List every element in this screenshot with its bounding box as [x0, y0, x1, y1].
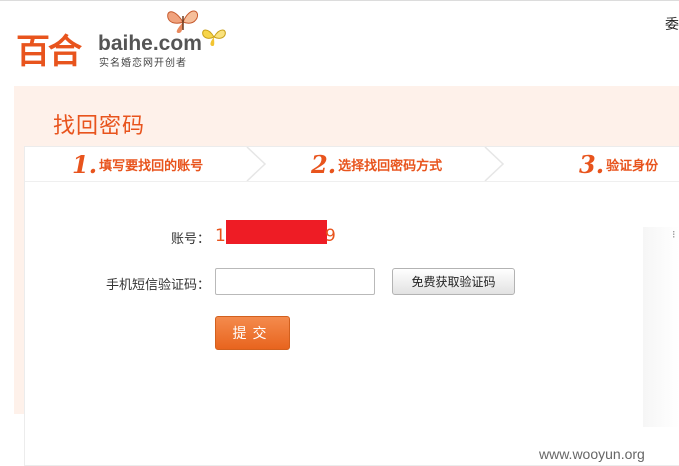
- submit-button[interactable]: 提交: [215, 316, 290, 350]
- step-separator-icon: [246, 147, 267, 181]
- right-side-shadow: [643, 227, 679, 427]
- step-3-number: 3.: [579, 149, 605, 179]
- account-redaction: [226, 220, 327, 244]
- header-right-link[interactable]: 委: [665, 14, 679, 34]
- step-2-label: 选择找回密码方式: [338, 158, 443, 174]
- account-label: 账号：: [170, 232, 210, 247]
- logo-tagline: 实名婚恋网开创者: [99, 58, 187, 69]
- step-3-label: 验证身份: [606, 158, 659, 174]
- step-separator-icon: [484, 147, 505, 181]
- step-1-number: 1.: [72, 149, 98, 179]
- step-3: 3. 验证身份: [579, 147, 658, 181]
- step-1: 1. 填写要找回的账号: [72, 147, 203, 181]
- watermark-text: www.wooyun.org: [539, 446, 645, 462]
- site-header: 百合 baihe.com 实名婚恋网开创者 委: [0, 0, 679, 86]
- baihe-logo[interactable]: 百合 baihe.com 实名婚恋网开创者: [16, 10, 236, 74]
- step-2: 2. 选择找回密码方式: [311, 147, 442, 181]
- step-2-number: 2.: [311, 149, 337, 179]
- butterfly-large-icon: [167, 10, 199, 33]
- butterfly-small-icon: [202, 29, 226, 46]
- step-progress-bar: 1. 填写要找回的账号 2. 选择找回密码方式 3. 验证身份: [25, 147, 679, 182]
- sms-code-label: 手机短信验证码：: [105, 278, 210, 293]
- right-edge-mark: ⁝: [672, 228, 676, 241]
- step-1-label: 填写要找回的账号: [99, 158, 204, 174]
- account-prefix: 1: [215, 226, 226, 246]
- page-title: 找回密码: [53, 114, 146, 139]
- logo-chinese-text: 百合: [16, 32, 82, 72]
- sms-code-input[interactable]: [215, 268, 375, 295]
- form-card: 1. 填写要找回的账号 2. 选择找回密码方式 3. 验证身份: [24, 146, 679, 466]
- get-sms-code-button[interactable]: 免费获取验证码: [392, 268, 515, 295]
- account-suffix: 9: [325, 226, 336, 246]
